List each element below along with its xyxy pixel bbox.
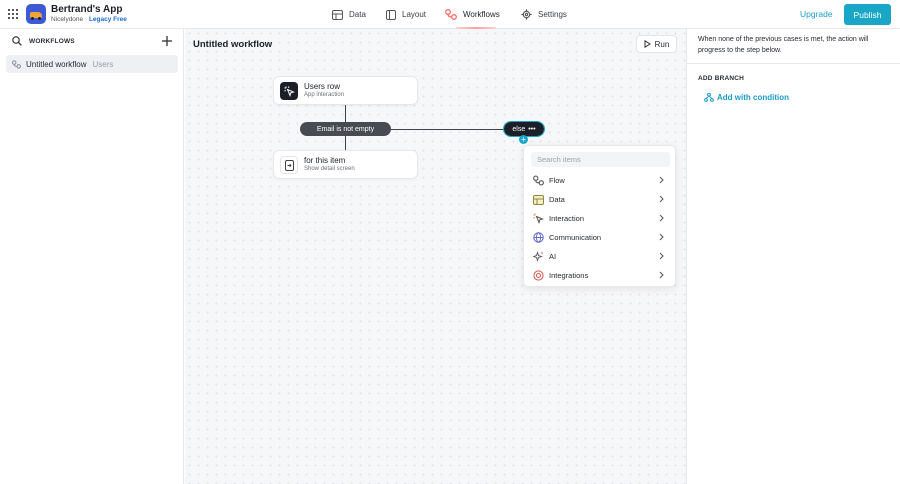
menu-item-communication[interactable]: Communication: [529, 229, 672, 246]
layout-icon: [386, 9, 396, 20]
flow-icon: [532, 175, 544, 187]
publish-button[interactable]: Publish: [844, 4, 891, 25]
else-connector-line: [391, 129, 504, 130]
interaction-icon: [532, 213, 544, 225]
nav-workflows[interactable]: Workflows: [445, 6, 500, 23]
run-label: Run: [654, 39, 670, 49]
play-icon: [644, 40, 651, 48]
search-icon[interactable]: [12, 36, 22, 46]
branch-settings-panel: When none of the previous cases is met, …: [686, 29, 900, 484]
menu-item-data[interactable]: Data: [529, 191, 672, 208]
nav-layout-label: Layout: [402, 10, 427, 19]
connector-line: [345, 136, 346, 151]
globe-icon: [532, 232, 544, 244]
menu-item-label: Interaction: [549, 214, 585, 223]
action-title: for this item: [304, 156, 346, 165]
chevron-right-icon: [659, 176, 664, 184]
nav-settings-label: Settings: [538, 10, 567, 19]
nav-layout[interactable]: Layout: [386, 6, 426, 23]
trigger-node[interactable]: Users row App interaction: [273, 76, 418, 105]
add-with-condition-button[interactable]: Add with condition: [704, 93, 789, 102]
add-workflow-icon[interactable]: [161, 35, 173, 47]
run-button[interactable]: Run: [636, 35, 677, 53]
workflows-icon: [445, 9, 457, 20]
chevron-right-icon: [659, 195, 664, 203]
nav-settings[interactable]: Settings: [521, 6, 567, 23]
top-bar: Bertrand's App Nicelydone · Legacy Free …: [0, 0, 900, 29]
screen-icon: [280, 156, 298, 174]
more-options-icon[interactable]: •••: [528, 126, 535, 133]
plan-badge[interactable]: Legacy Free: [89, 16, 127, 23]
sidebar-item-tag: Users: [92, 59, 114, 69]
branch-icon: [704, 93, 714, 102]
action-node[interactable]: for this item Show detail screen: [273, 150, 418, 179]
menu-item-interaction[interactable]: Interaction: [529, 210, 672, 227]
canvas-title[interactable]: Untitled workflow: [193, 39, 272, 50]
org-name: Nicelydone: [51, 16, 84, 23]
workflow-canvas[interactable]: Untitled workflow Run Users row App inte…: [185, 29, 686, 484]
app-subtitle: Nicelydone · Legacy Free: [51, 16, 127, 23]
nav-data[interactable]: Data: [332, 6, 366, 23]
workflows-heading: WORKFLOWS: [29, 38, 75, 45]
action-subtitle: Show detail screen: [304, 166, 355, 172]
menu-item-label: AI: [549, 252, 557, 261]
app-name[interactable]: Bertrand's App: [51, 4, 122, 15]
interaction-icon: [280, 82, 298, 100]
sidebar-item-label: Untitled workflow: [26, 59, 87, 69]
menu-item-ai[interactable]: AI: [529, 248, 672, 265]
sparkle-icon: [532, 251, 544, 263]
app-logo[interactable]: [26, 4, 46, 24]
menu-item-label: Communication: [549, 233, 602, 242]
menu-search-input[interactable]: [531, 152, 670, 167]
workflows-sidebar: WORKFLOWS Untitled workflow Users: [0, 29, 184, 484]
add-step-plus-icon[interactable]: +: [519, 135, 528, 144]
nav-data-label: Data: [349, 10, 366, 19]
else-branch-pill[interactable]: else •••: [503, 121, 545, 137]
data-icon: [532, 194, 544, 206]
menu-item-flow[interactable]: Flow: [529, 172, 672, 189]
add-branch-heading: ADD BRANCH: [698, 75, 745, 82]
else-branch-description: When none of the previous cases is met, …: [698, 36, 869, 54]
apps-grid-icon[interactable]: [8, 9, 18, 19]
chevron-right-icon: [659, 233, 664, 241]
upgrade-link[interactable]: Upgrade: [800, 9, 833, 19]
add-step-menu: Flow Data Interaction Communication AI I…: [523, 145, 676, 287]
workflow-item-icon: [12, 59, 21, 69]
menu-item-label: Flow: [549, 176, 565, 185]
trigger-subtitle: App interaction: [304, 92, 345, 98]
chevron-right-icon: [659, 271, 664, 279]
integrations-icon: [532, 270, 544, 282]
connector-line: [345, 105, 346, 122]
sidebar-item-untitled-workflow[interactable]: Untitled workflow Users: [6, 55, 178, 73]
menu-item-label: Integrations: [549, 271, 589, 280]
chevron-right-icon: [659, 214, 664, 222]
nav-workflows-label: Workflows: [463, 10, 500, 19]
menu-item-integrations[interactable]: Integrations: [529, 267, 672, 284]
trigger-title: Users row: [304, 82, 341, 91]
chevron-right-icon: [659, 252, 664, 260]
add-with-condition-label: Add with condition: [717, 93, 789, 102]
panel-divider: [687, 63, 900, 64]
table-icon: [332, 9, 343, 20]
menu-item-label: Data: [549, 195, 565, 204]
gear-icon: [521, 9, 532, 20]
else-label: else: [512, 125, 526, 133]
condition-pill[interactable]: Email is not empty: [300, 122, 391, 136]
